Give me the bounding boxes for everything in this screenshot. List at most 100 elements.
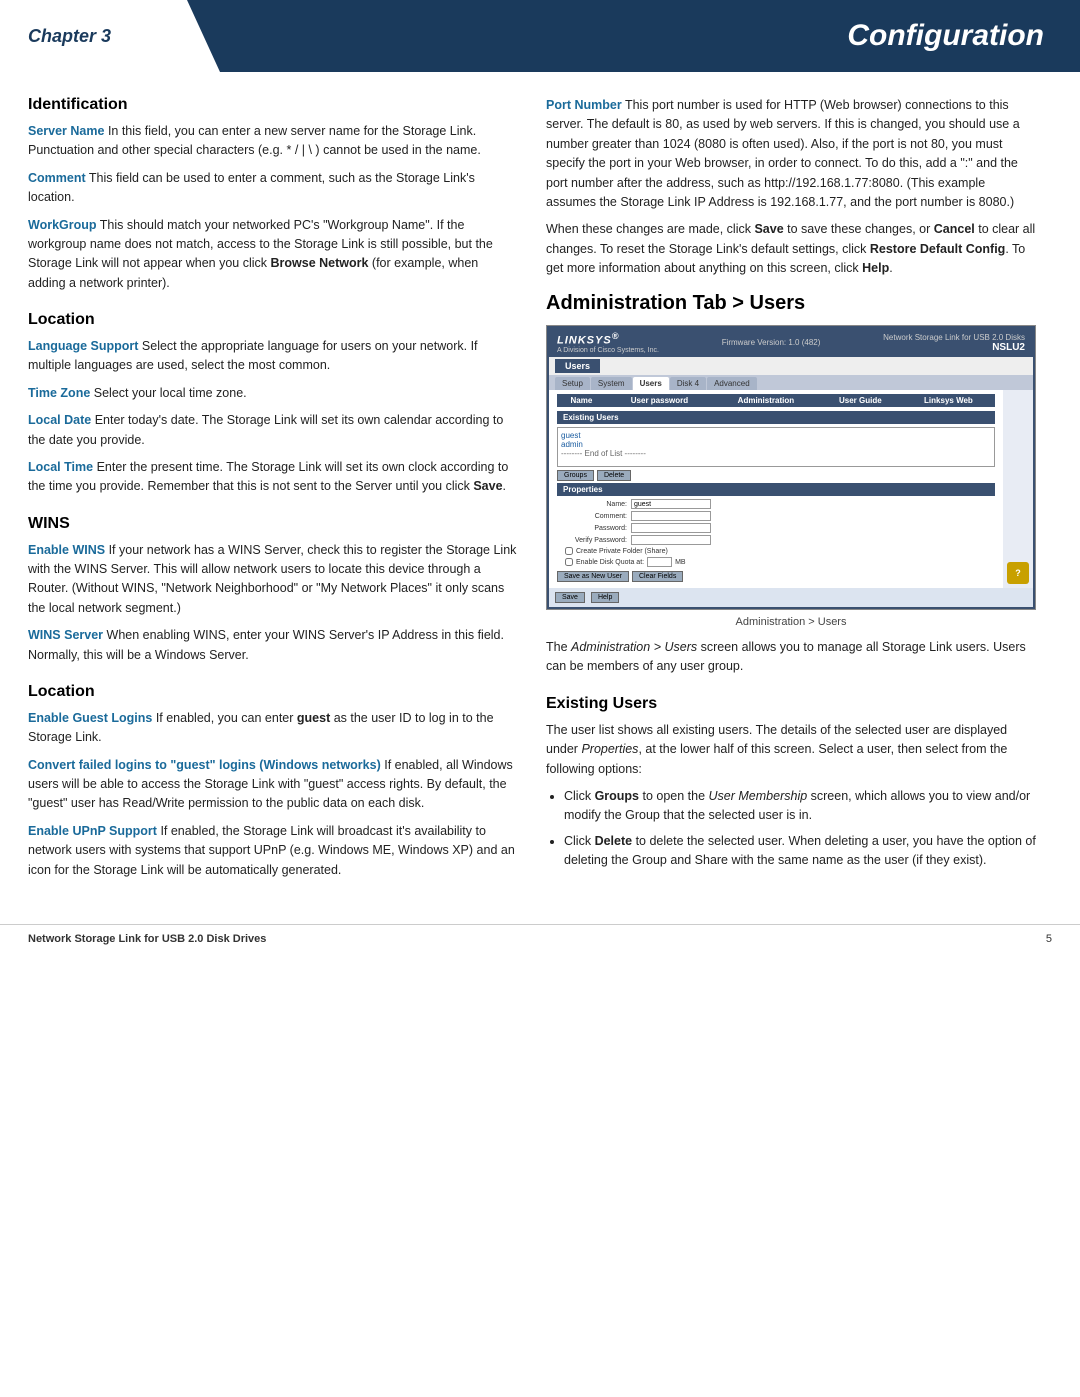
admin-users-intro-para: The Administration > Users screen allows… bbox=[546, 638, 1036, 677]
enable-guest-logins-para: Enable Guest Logins If enabled, you can … bbox=[28, 709, 518, 748]
screenshot-field-password: Password: bbox=[557, 523, 995, 533]
screenshot-nav-title: Users bbox=[555, 359, 600, 373]
screenshot-properties-label: Properties bbox=[557, 483, 995, 496]
screenshot-tab-system[interactable]: System bbox=[591, 377, 632, 390]
screenshot-checkbox-disk-quota: Enable Disk Quota at: MB bbox=[565, 557, 995, 567]
local-time-para: Local Time Enter the present time. The S… bbox=[28, 458, 518, 497]
enable-upnp-para: Enable UPnP Support If enabled, the Stor… bbox=[28, 822, 518, 880]
screenshot-col-userguide: User Guide bbox=[819, 394, 902, 407]
screenshot-caption: Administration > Users bbox=[546, 616, 1036, 628]
screenshot-disk-quota-checkbox[interactable] bbox=[565, 558, 573, 566]
enable-guest-logins-term: Enable Guest Logins bbox=[28, 711, 152, 725]
right-column: Port Number This port number is used for… bbox=[546, 96, 1036, 888]
screenshot-private-folder-checkbox[interactable] bbox=[565, 547, 573, 555]
time-zone-para: Time Zone Select your local time zone. bbox=[28, 384, 518, 403]
config-title: Configuration bbox=[220, 0, 1080, 72]
screenshot-tabs: Setup System Users Disk 4 Advanced bbox=[549, 375, 1033, 390]
screenshot-verify-password-input[interactable] bbox=[631, 535, 711, 545]
wins-server-para: WINS Server When enabling WINS, enter yo… bbox=[28, 626, 518, 665]
admin-users-screenshot: LINKSYS® A Division of Cisco Systems, In… bbox=[546, 325, 1036, 610]
screenshot-bottom-bar: Save Help bbox=[549, 588, 1033, 607]
screenshot-help-icon-area: ? bbox=[1003, 390, 1033, 588]
time-zone-term: Time Zone bbox=[28, 386, 90, 400]
screenshot-password-input[interactable] bbox=[631, 523, 711, 533]
screenshot-name-input[interactable]: guest bbox=[631, 499, 711, 509]
identification-heading: Identification bbox=[28, 96, 518, 114]
convert-failed-logins-term: Convert failed logins to "guest" logins … bbox=[28, 758, 381, 772]
screenshot-save-new-user-button[interactable]: Save as New User bbox=[557, 571, 629, 582]
screenshot-tab-setup[interactable]: Setup bbox=[555, 377, 590, 390]
screenshot-save-button[interactable]: Save bbox=[555, 592, 585, 603]
screenshot-field-name: Name: guest bbox=[557, 499, 995, 509]
language-support-para: Language Support Select the appropriate … bbox=[28, 337, 518, 376]
existing-users-bullet-list: Click Groups to open the User Membership… bbox=[546, 787, 1036, 871]
workgroup-para: WorkGroup This should match your network… bbox=[28, 216, 518, 294]
local-date-para: Local Date Enter today's date. The Stora… bbox=[28, 411, 518, 450]
port-number-para: Port Number This port number is used for… bbox=[546, 96, 1036, 212]
enable-upnp-term: Enable UPnP Support bbox=[28, 824, 157, 838]
page-footer: Network Storage Link for USB 2.0 Disk Dr… bbox=[0, 924, 1080, 953]
existing-users-heading: Existing Users bbox=[546, 695, 1036, 713]
bullet-delete: Click Delete to delete the selected user… bbox=[564, 832, 1036, 871]
bullet-groups: Click Groups to open the User Membership… bbox=[564, 787, 1036, 826]
screenshot-delete-button[interactable]: Delete bbox=[597, 470, 631, 481]
port-number-term: Port Number bbox=[546, 98, 622, 112]
wins-server-term: WINS Server bbox=[28, 628, 103, 642]
screenshot-quota-input[interactable] bbox=[647, 557, 672, 567]
screenshot-col-headers: Name User password Administration User G… bbox=[557, 394, 995, 407]
screenshot-bottom-left-buttons: Save as New User Clear Fields bbox=[557, 571, 995, 582]
screenshot-field-verify-password: Verify Password: bbox=[557, 535, 995, 545]
local-time-term: Local Time bbox=[28, 460, 93, 474]
screenshot-existing-users-label: Existing Users bbox=[557, 411, 995, 424]
chapter-label: Chapter 3 bbox=[28, 26, 111, 47]
comment-term: Comment bbox=[28, 171, 86, 185]
screenshot-body: Name User password Administration User G… bbox=[549, 390, 1033, 588]
screenshot-main: Name User password Administration User G… bbox=[549, 390, 1003, 588]
config-title-text: Configuration bbox=[847, 19, 1044, 53]
screenshot-col-name: Name bbox=[557, 394, 606, 407]
screenshot-product: Network Storage Link for USB 2.0 Disks N… bbox=[883, 333, 1025, 353]
screenshot-help-icon[interactable]: ? bbox=[1007, 562, 1029, 584]
screenshot-user-guest: guest bbox=[561, 431, 991, 440]
screenshot-firmware: Firmware Version: 1.0 (482) bbox=[722, 338, 821, 347]
workgroup-term: WorkGroup bbox=[28, 218, 97, 232]
language-support-term: Language Support bbox=[28, 339, 138, 353]
footer-page-number: 5 bbox=[1046, 933, 1052, 945]
wins-heading: WINS bbox=[28, 515, 518, 533]
enable-wins-term: Enable WINS bbox=[28, 543, 105, 557]
screenshot-user-admin: admin bbox=[561, 440, 991, 449]
screenshot-field-comment: Comment: bbox=[557, 511, 995, 521]
location2-heading: Location bbox=[28, 683, 518, 701]
enable-wins-para: Enable WINS If your network has a WINS S… bbox=[28, 541, 518, 619]
main-content: Identification Server Name In this field… bbox=[0, 72, 1080, 908]
chapter-tab: Chapter 3 bbox=[0, 0, 220, 72]
location1-heading: Location bbox=[28, 311, 518, 329]
screenshot-save-help-buttons: Save Help bbox=[555, 592, 619, 603]
screenshot-clear-fields-button[interactable]: Clear Fields bbox=[632, 571, 683, 582]
screenshot-tab-advanced[interactable]: Advanced bbox=[707, 377, 757, 390]
save-cancel-para: When these changes are made, click Save … bbox=[546, 220, 1036, 278]
screenshot-user-list: guest admin -------- End of List -------… bbox=[557, 427, 995, 467]
page-header: Chapter 3 Configuration bbox=[0, 0, 1080, 72]
screenshot-col-linksys: Linksys Web bbox=[902, 394, 995, 407]
server-name-term: Server Name bbox=[28, 124, 104, 138]
screenshot-nav-bar: Users bbox=[549, 357, 1033, 375]
screenshot-logo: LINKSYS® A Division of Cisco Systems, In… bbox=[557, 331, 659, 354]
screenshot-groups-button[interactable]: Groups bbox=[557, 470, 594, 481]
screenshot-tab-users[interactable]: Users bbox=[633, 377, 669, 390]
screenshot-col-password: User password bbox=[606, 394, 713, 407]
screenshot-comment-input[interactable] bbox=[631, 511, 711, 521]
screenshot-tab-disk4[interactable]: Disk 4 bbox=[670, 377, 706, 390]
admin-tab-users-heading: Administration Tab > Users bbox=[546, 292, 1036, 315]
screenshot-col-admin: Administration bbox=[713, 394, 819, 407]
comment-para: Comment This field can be used to enter … bbox=[28, 169, 518, 208]
convert-failed-logins-para: Convert failed logins to "guest" logins … bbox=[28, 756, 518, 814]
server-name-para: Server Name In this field, you can enter… bbox=[28, 122, 518, 161]
screenshot-user-eol: -------- End of List -------- bbox=[561, 449, 991, 458]
existing-users-para: The user list shows all existing users. … bbox=[546, 721, 1036, 779]
left-column: Identification Server Name In this field… bbox=[28, 96, 518, 888]
screenshot-user-buttons: Groups Delete bbox=[557, 470, 995, 481]
footer-left-text: Network Storage Link for USB 2.0 Disk Dr… bbox=[28, 933, 266, 945]
screenshot-help-button[interactable]: Help bbox=[591, 592, 619, 603]
screenshot-properties-fields: Name: guest Comment: Password: Verif bbox=[557, 499, 995, 545]
